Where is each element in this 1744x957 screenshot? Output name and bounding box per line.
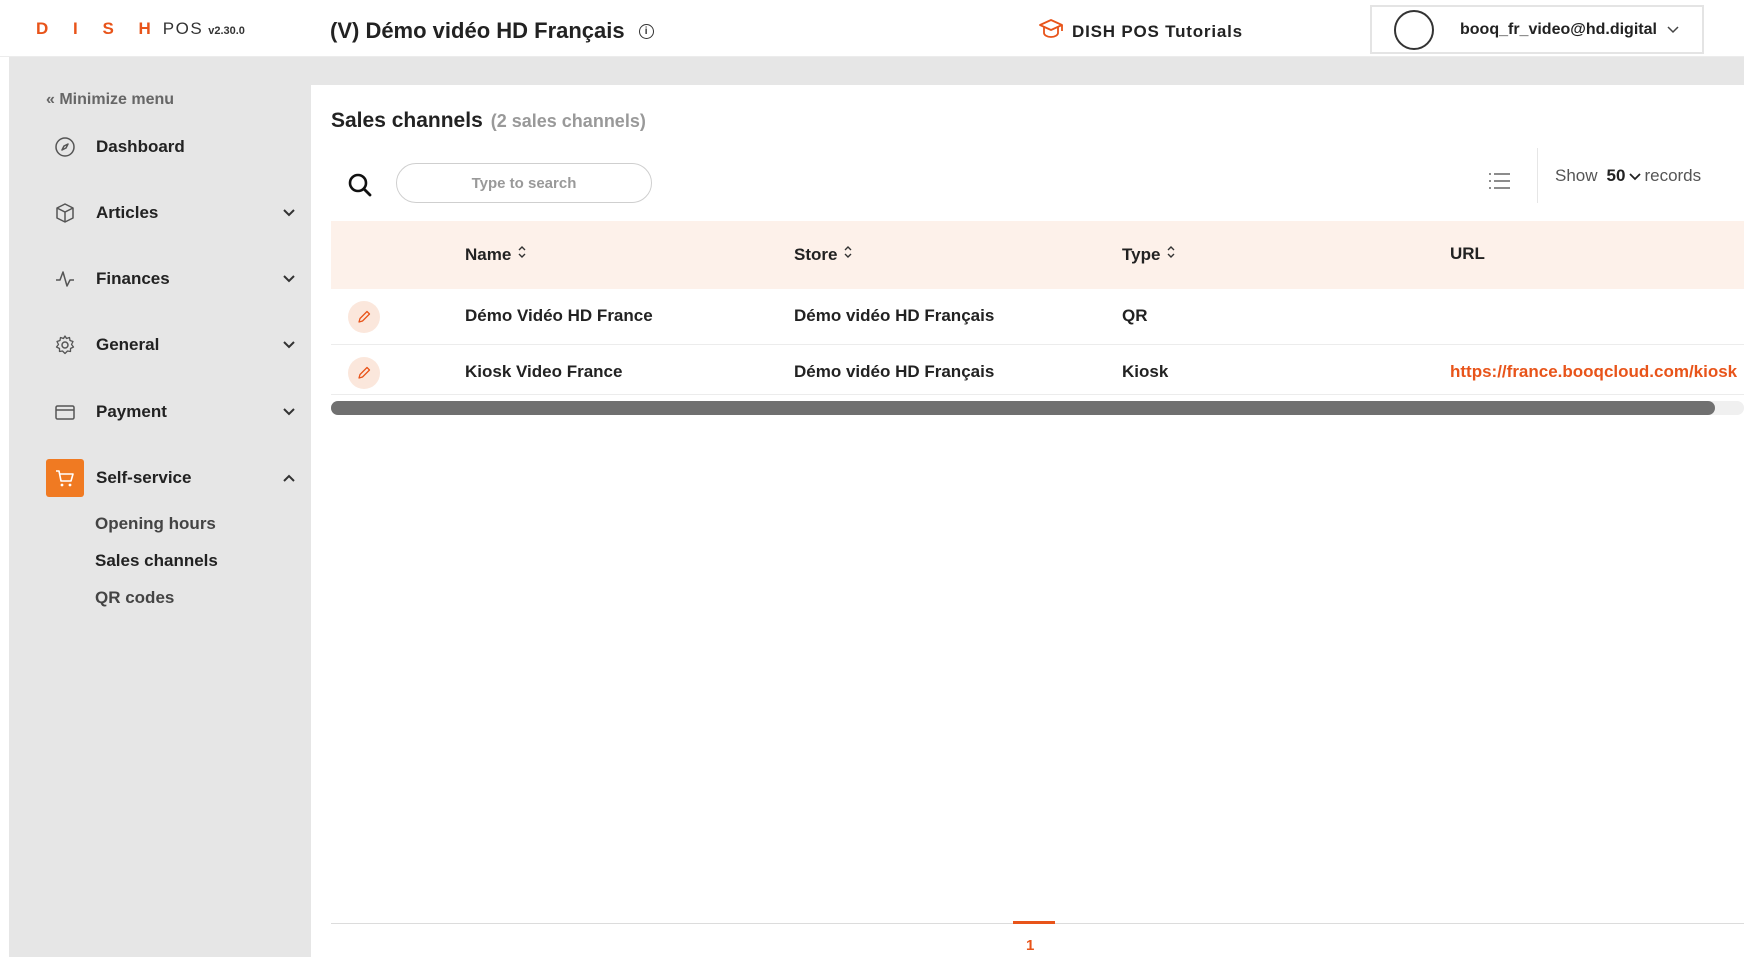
column-label: Name bbox=[465, 244, 512, 264]
user-email: booq_fr_video@hd.digital bbox=[1460, 20, 1657, 38]
tutorials-label: DISH POS Tutorials bbox=[1072, 21, 1243, 41]
records-per-page-value: 50 bbox=[1606, 166, 1626, 185]
records-label: records bbox=[1644, 166, 1702, 185]
sidebar-item-dashboard[interactable]: Dashboard bbox=[46, 127, 296, 167]
sidebar-item-label: Finances bbox=[96, 269, 170, 288]
column-header-type[interactable]: Type bbox=[1122, 244, 1176, 265]
chevron-down-icon bbox=[282, 337, 296, 355]
sidebar-item-label: General bbox=[96, 335, 160, 354]
cell-name: Kiosk Video France bbox=[465, 362, 623, 381]
column-header-store[interactable]: Store bbox=[794, 244, 853, 265]
sidebar-item-payment[interactable]: Payment bbox=[46, 392, 296, 432]
edit-icon[interactable] bbox=[348, 357, 380, 389]
scrollbar-thumb[interactable] bbox=[331, 401, 1715, 415]
cell-store: Démo vidéo HD Français bbox=[794, 362, 995, 381]
column-header-url: URL bbox=[1450, 244, 1485, 264]
cart-icon bbox=[46, 459, 84, 497]
avatar bbox=[1394, 9, 1434, 50]
pagination-page[interactable]: 1 bbox=[1026, 937, 1034, 954]
page-title-text: Sales channels bbox=[331, 109, 483, 132]
sidebar-subitem-qr-codes[interactable]: QR codes bbox=[95, 588, 174, 608]
cell-name: Démo Vidéo HD France bbox=[465, 306, 653, 325]
chevron-down-icon bbox=[282, 205, 296, 223]
chevron-down-icon bbox=[1667, 23, 1679, 37]
cell-store: Démo vidéo HD Français bbox=[794, 306, 995, 325]
column-label: URL bbox=[1450, 244, 1485, 263]
horizontal-scrollbar[interactable] bbox=[331, 401, 1744, 415]
sidebar-item-articles[interactable]: Articles bbox=[46, 193, 296, 233]
sidebar: « Minimize menu Dashboard Articles Finan… bbox=[9, 57, 311, 957]
cell-url[interactable]: https://france.booqcloud.com/kiosk bbox=[1450, 362, 1744, 382]
chevron-up-icon bbox=[282, 470, 296, 488]
tutorials-link[interactable]: DISH POS Tutorials bbox=[1038, 18, 1243, 45]
sidebar-item-label: Payment bbox=[96, 402, 167, 421]
info-icon[interactable]: i bbox=[638, 23, 654, 39]
dish-pos-logo[interactable]: D I S H POS v2.30.0 bbox=[36, 19, 245, 39]
chevron-down-icon bbox=[282, 404, 296, 422]
gear-icon bbox=[46, 326, 84, 364]
logo-brand: D I S H bbox=[36, 19, 161, 38]
minimize-menu-button[interactable]: « Minimize menu bbox=[46, 91, 174, 109]
top-bar: D I S H POS v2.30.0 (V) Démo vidéo HD Fr… bbox=[0, 0, 1744, 57]
sales-channels-table: Name Store Type URL Démo Vidéo HD France… bbox=[331, 221, 1744, 395]
card-icon bbox=[46, 393, 84, 431]
toolbar-divider bbox=[1537, 148, 1538, 203]
show-label: Show bbox=[1555, 166, 1598, 185]
chevron-down-icon bbox=[282, 271, 296, 289]
table-row[interactable]: Kiosk Video France Démo vidéo HD Françai… bbox=[331, 345, 1744, 395]
search-input[interactable] bbox=[396, 163, 652, 203]
cell-type: Kiosk bbox=[1122, 362, 1169, 381]
logo-product: POS bbox=[162, 19, 204, 38]
graduation-cap-icon bbox=[1038, 18, 1064, 45]
store-title: (V) Démo vidéo HD Français i bbox=[330, 18, 654, 44]
sidebar-item-label: Self-service bbox=[96, 468, 192, 487]
column-label: Store bbox=[794, 244, 838, 264]
sort-icon bbox=[517, 244, 527, 265]
sidebar-subitem-opening-hours[interactable]: Opening hours bbox=[95, 514, 216, 534]
sidebar-item-self-service[interactable]: Self-service bbox=[46, 458, 296, 498]
pulse-icon bbox=[46, 260, 84, 298]
edit-icon[interactable] bbox=[348, 301, 380, 333]
chevron-down-icon bbox=[1629, 166, 1642, 186]
column-header-name[interactable]: Name bbox=[465, 244, 527, 265]
sidebar-item-label: Dashboard bbox=[96, 137, 185, 156]
page-title: Sales channels (2 sales channels) bbox=[331, 109, 646, 133]
main-content: Sales channels (2 sales channels) Show 5… bbox=[311, 85, 1744, 957]
record-count: (2 sales channels) bbox=[490, 111, 646, 131]
sidebar-item-finances[interactable]: Finances bbox=[46, 259, 296, 299]
search-icon[interactable] bbox=[347, 172, 373, 203]
table-header: Name Store Type URL bbox=[331, 221, 1744, 289]
sidebar-subitem-sales-channels[interactable]: Sales channels bbox=[95, 551, 218, 571]
column-label: Type bbox=[1122, 244, 1161, 264]
table-row[interactable]: Démo Vidéo HD France Démo vidéo HD Franç… bbox=[331, 289, 1744, 345]
cell-type: QR bbox=[1122, 306, 1148, 325]
sidebar-item-general[interactable]: General bbox=[46, 325, 296, 365]
pagination-active-indicator bbox=[1013, 921, 1055, 924]
records-per-page[interactable]: Show 50 records bbox=[1555, 166, 1701, 186]
sidebar-item-label: Articles bbox=[96, 203, 159, 222]
user-menu[interactable]: booq_fr_video@hd.digital bbox=[1370, 5, 1704, 54]
store-title-text: (V) Démo vidéo HD Français bbox=[330, 18, 625, 43]
sort-icon bbox=[1166, 244, 1176, 265]
sort-icon bbox=[843, 244, 853, 265]
compass-icon bbox=[46, 128, 84, 166]
content-top-band bbox=[311, 57, 1744, 85]
list-view-icon[interactable] bbox=[1488, 171, 1512, 196]
box-icon bbox=[46, 194, 84, 232]
version-label: v2.30.0 bbox=[208, 25, 245, 37]
